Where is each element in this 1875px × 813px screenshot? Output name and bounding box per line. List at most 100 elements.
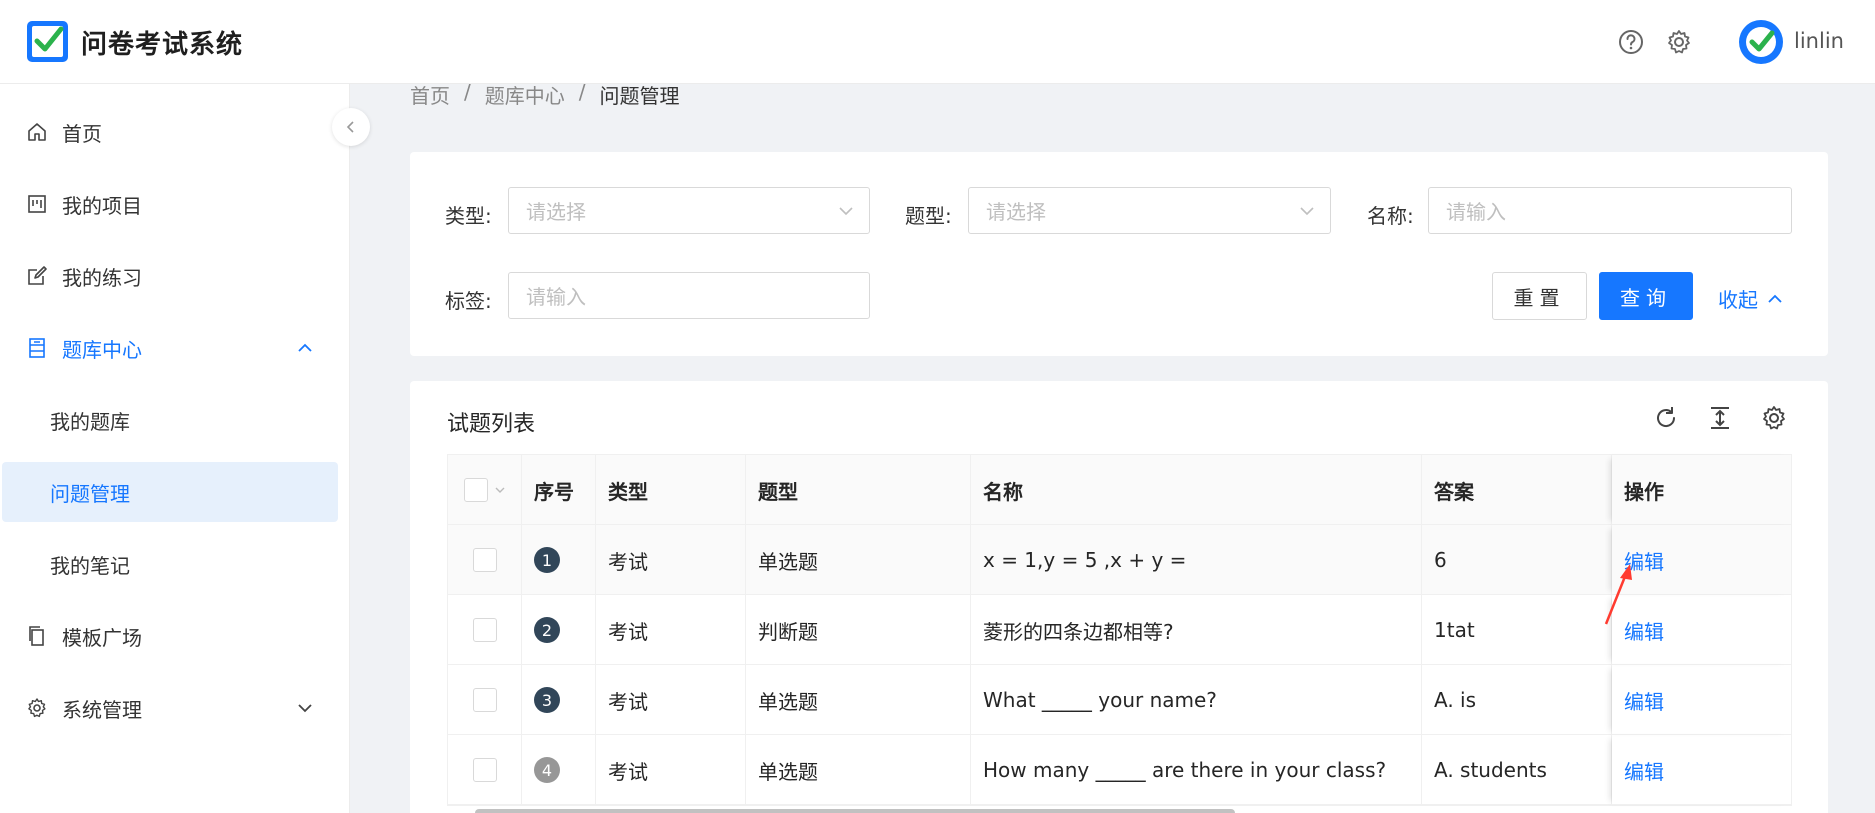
sidebar-item-templates[interactable]: 模板广场 (0, 606, 338, 666)
column-header-type: 类型 (596, 455, 746, 525)
chevron-down-icon[interactable] (494, 484, 506, 496)
project-icon (28, 195, 46, 213)
sidebar-item-label: 我的笔记 (50, 553, 130, 578)
tag-input-placeholder: 请输入 (526, 285, 586, 309)
row-name: x = 1,y = 5 ,x + y = (971, 525, 1422, 595)
table-row: 2 考试 判断题 菱形的四条边都相等? 1tat 编辑 (448, 595, 1791, 665)
type-label: 类型: (445, 204, 492, 228)
column-header-index: 序号 (522, 455, 596, 525)
row-question-type: 单选题 (746, 735, 971, 805)
horizontal-scrollbar[interactable] (475, 809, 1235, 813)
app-title: 问卷考试系统 (81, 30, 244, 60)
column-header-answer: 答案 (1422, 455, 1612, 525)
row-answer: 1tat (1422, 595, 1612, 665)
breadcrumb-home[interactable]: 首页 (410, 80, 450, 109)
gear-icon[interactable] (1665, 28, 1693, 56)
tag-label: 标签: (445, 289, 492, 313)
table-title: 试题列表 (447, 412, 536, 437)
sidebar-item-question-management[interactable]: 问题管理 (2, 462, 338, 522)
reset-button[interactable]: 重置 (1492, 272, 1587, 320)
username[interactable]: linlin (1794, 29, 1844, 53)
select-all-checkbox[interactable] (463, 478, 488, 502)
edit-link[interactable]: 编辑 (1624, 756, 1664, 785)
column-header-question-type: 题型 (746, 455, 971, 525)
query-button[interactable]: 查询 (1599, 272, 1693, 320)
name-label: 名称: (1367, 204, 1414, 228)
question-type-select[interactable]: 请选择 (968, 187, 1331, 234)
row-answer: 6 (1422, 525, 1612, 595)
row-question-type: 单选题 (746, 665, 971, 735)
chevron-down-icon (839, 207, 853, 216)
chevron-down-icon (298, 704, 312, 713)
sidebar-item-label: 我的题库 (50, 409, 130, 434)
type-select[interactable]: 请选择 (508, 187, 870, 234)
sidebar-item-my-notes[interactable]: 我的笔记 (0, 534, 338, 594)
database-icon (29, 338, 45, 358)
breadcrumb-separator: / (578, 80, 586, 104)
breadcrumb: 首页 / 题库中心 / 问题管理 (410, 80, 680, 109)
row-name: How many _____ are there in your class? (971, 735, 1422, 805)
table-row: 1 考试 单选题 x = 1,y = 5 ,x + y = 6 编辑 (448, 525, 1791, 595)
edit-link[interactable]: 编辑 (1624, 686, 1664, 715)
edit-icon (28, 266, 47, 285)
chevron-down-icon (1300, 207, 1314, 216)
sidebar-item-my-question-bank[interactable]: 我的题库 (0, 390, 338, 450)
home-icon (28, 123, 46, 141)
gear-icon (28, 698, 46, 718)
sidebar-item-label: 我的项目 (62, 193, 142, 218)
filter-form: 类型: 请选择 题型: 请选择 名称: 请输入 标签: 请输入 重置 查询 收起 (410, 152, 1828, 356)
index-badge: 3 (534, 687, 560, 713)
row-type: 考试 (596, 525, 746, 595)
density-icon[interactable] (1706, 404, 1734, 432)
row-question-type: 判断题 (746, 595, 971, 665)
column-header-actions: 操作 (1612, 455, 1793, 525)
sidebar-collapse-button[interactable] (332, 108, 370, 146)
chevron-left-icon (346, 121, 354, 133)
index-badge: 2 (534, 617, 560, 643)
sidebar: 首页 我的项目 我的练习 题库中心 我的题库 问题管理 我的笔记 模板广场 系统… (0, 84, 350, 813)
row-name: What _____ your name? (971, 665, 1422, 735)
sidebar-item-my-practice[interactable]: 我的练习 (0, 246, 338, 306)
tag-input[interactable]: 请输入 (508, 272, 870, 319)
avatar[interactable] (1739, 20, 1783, 64)
sidebar-item-label: 模板广场 (62, 625, 142, 650)
row-answer: A. is (1422, 665, 1612, 735)
name-input[interactable]: 请输入 (1428, 187, 1792, 234)
row-question-type: 单选题 (746, 525, 971, 595)
breadcrumb-current: 问题管理 (599, 84, 680, 108)
question-type-select-placeholder: 请选择 (986, 200, 1046, 224)
row-checkbox[interactable] (472, 548, 497, 572)
sidebar-item-home[interactable]: 首页 (0, 102, 338, 162)
select-all-cell (448, 455, 522, 525)
copy-icon (29, 626, 44, 646)
collapse-label: 收起 (1718, 288, 1758, 312)
row-type: 考试 (596, 735, 746, 805)
help-icon[interactable] (1617, 28, 1645, 56)
row-checkbox[interactable] (472, 618, 497, 642)
sidebar-item-label: 题库中心 (62, 337, 142, 362)
chevron-up-icon (1768, 294, 1782, 303)
row-name: 菱形的四条边都相等? (971, 595, 1422, 665)
table-header-row: 序号 类型 题型 名称 答案 操作 (448, 455, 1791, 525)
top-header: 问卷考试系统 linlin (0, 0, 1875, 84)
row-type: 考试 (596, 595, 746, 665)
row-checkbox[interactable] (472, 688, 497, 712)
sidebar-item-label: 问题管理 (50, 481, 130, 506)
breadcrumb-question-bank[interactable]: 题库中心 (485, 80, 565, 109)
row-answer: A. students (1422, 735, 1612, 805)
sidebar-item-system-management[interactable]: 系统管理 (0, 678, 338, 738)
annotation-arrow-icon (1604, 564, 1632, 625)
row-checkbox[interactable] (472, 758, 497, 782)
table-row: 4 考试 单选题 How many _____ are there in you… (448, 735, 1791, 805)
question-table: 序号 类型 题型 名称 答案 操作 1 考试 单选题 x = 1,y = 5 ,… (447, 454, 1792, 806)
question-type-label: 题型: (905, 204, 952, 228)
collapse-filters-link[interactable]: 收起 (1718, 284, 1784, 313)
refresh-icon[interactable] (1652, 404, 1680, 432)
sidebar-item-label: 首页 (62, 121, 102, 146)
sidebar-item-question-bank[interactable]: 题库中心 (0, 318, 338, 378)
breadcrumb-separator: / (464, 80, 471, 104)
sidebar-item-my-projects[interactable]: 我的项目 (0, 174, 338, 234)
column-header-name: 名称 (971, 455, 1422, 525)
column-settings-icon[interactable] (1760, 404, 1788, 432)
row-type: 考试 (596, 665, 746, 735)
